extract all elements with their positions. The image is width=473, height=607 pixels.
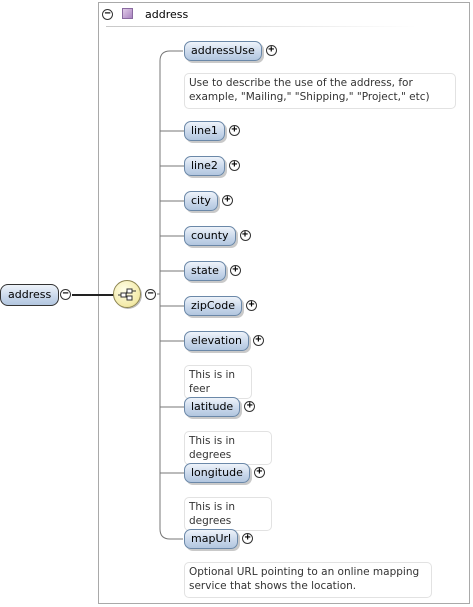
element-addressUse[interactable]: addressUse — [184, 41, 262, 61]
expand-elevation-toggle[interactable]: + — [252, 335, 264, 346]
expand-longitude-toggle[interactable]: + — [253, 467, 265, 478]
expand-addressUse-toggle[interactable]: + — [265, 45, 277, 56]
element-zipCode[interactable]: zipCode — [184, 296, 242, 316]
expand-city-toggle[interactable]: + — [221, 195, 233, 206]
element-longitude[interactable]: longitude — [184, 463, 250, 483]
expand-state-toggle[interactable]: + — [229, 265, 241, 276]
element-state[interactable]: state — [184, 261, 226, 281]
element-latitude[interactable]: latitude — [184, 397, 241, 417]
element-line2[interactable]: line2 — [184, 156, 225, 176]
element-line1[interactable]: line1 — [184, 121, 225, 141]
expand-line2-toggle[interactable]: + — [228, 160, 240, 171]
expand-zipCode-toggle[interactable]: + — [245, 300, 257, 311]
element-elevation[interactable]: elevation — [184, 331, 249, 351]
element-city[interactable]: city — [184, 191, 218, 211]
annotation-longitude: This is in degrees — [184, 497, 272, 531]
annotation-latitude: This is in degrees — [184, 431, 272, 465]
expand-county-toggle[interactable]: + — [239, 230, 251, 241]
expand-mapUrl-toggle[interactable]: + — [242, 533, 254, 544]
element-county[interactable]: county — [184, 226, 236, 246]
element-mapUrl[interactable]: mapUrl — [184, 529, 239, 549]
annotation-elevation: This is in feer — [184, 365, 252, 399]
expand-line1-toggle[interactable]: + — [228, 125, 240, 136]
annotation-addressUse: Use to describe the use of the address, … — [184, 73, 456, 109]
annotation-mapUrl: Optional URL pointing to an online mappi… — [184, 562, 432, 598]
